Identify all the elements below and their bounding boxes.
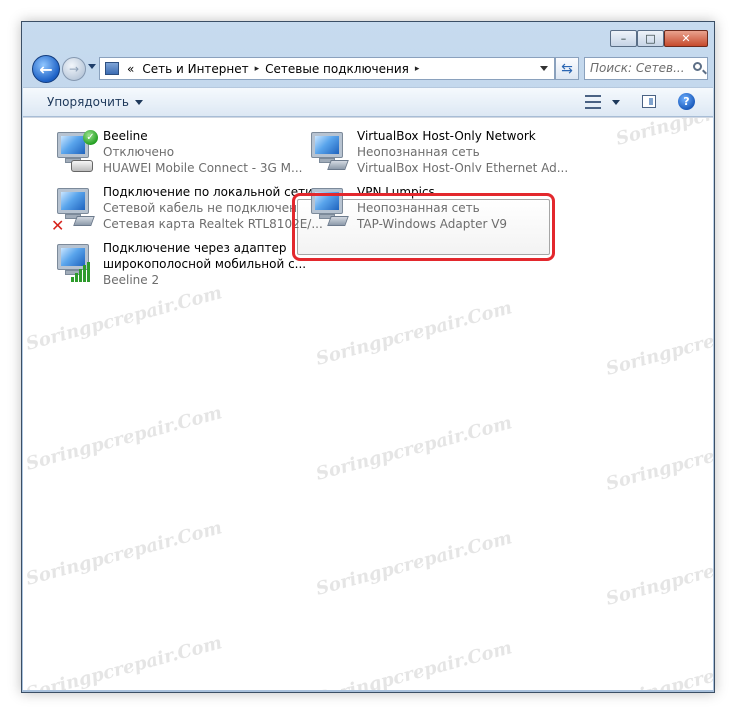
- minimize-button[interactable]: –: [610, 30, 637, 47]
- watermark: Soringpcrepair.Com: [313, 527, 515, 600]
- address-history-dropdown[interactable]: [540, 66, 548, 71]
- watermark: Soringpcrepair.Com: [344, 118, 545, 120]
- watermark: Soringpcrepair.Com: [313, 412, 515, 485]
- breadcrumb-separator-icon[interactable]: ▸: [253, 64, 262, 74]
- recent-pages-dropdown[interactable]: [88, 64, 96, 69]
- maximize-button[interactable]: □: [637, 30, 664, 47]
- connection-name: Подключение по локальной сети: [103, 185, 313, 199]
- network-connection-icon: ✓: [51, 130, 99, 178]
- breadcrumb-network-internet[interactable]: Сеть и Интернет: [138, 62, 252, 76]
- watermark: Soringpcrepair.Com: [23, 517, 225, 590]
- connection-status: Неопознанная сеть: [357, 145, 480, 159]
- breadcrumb-network-connections[interactable]: Сетевые подключения: [261, 62, 413, 76]
- view-options-dropdown[interactable]: [612, 100, 620, 105]
- connection-status: Сетевой кабель не подключен: [103, 201, 297, 215]
- connection-status: Отключено: [103, 145, 175, 159]
- chevron-down-icon: [134, 100, 143, 105]
- watermark: Soringpcrepair.Com: [603, 537, 713, 610]
- help-button[interactable]: ?: [678, 93, 695, 110]
- search-placeholder: Поиск: Сетев...: [590, 61, 685, 75]
- refresh-button[interactable]: ⇆: [555, 57, 579, 80]
- watermark: Soringpcrepair.Com: [313, 637, 515, 690]
- network-connection-icon: ✕: [51, 186, 99, 234]
- breadcrumb-overflow[interactable]: «: [123, 62, 138, 76]
- connection-adapter: VirtualBox Host-Only Ethernet Ad...: [357, 161, 569, 172]
- network-connection-icon: [305, 130, 353, 178]
- change-view-icon[interactable]: [585, 95, 601, 109]
- back-button[interactable]: ←: [32, 55, 60, 83]
- connection-item-virtualbox[interactable]: VirtualBox Host-Only Network Неопознанна…: [301, 128, 571, 180]
- connection-adapter: Сетевая карта Realtek RTL8102E/...: [103, 217, 323, 231]
- connection-name: Beeline: [103, 129, 148, 143]
- title-bar: – □ ✕: [22, 22, 714, 54]
- connection-item-beeline[interactable]: ✓ Beeline Отключено HUAWEI Mobile Connec…: [47, 128, 302, 180]
- connection-adapter: Beeline 2: [103, 273, 160, 287]
- close-button[interactable]: ✕: [664, 30, 708, 47]
- organize-label: Упорядочить: [47, 95, 129, 109]
- connection-item-mobile-broadband[interactable]: Подключение через адаптер широкополосной…: [47, 240, 306, 292]
- address-bar[interactable]: « Сеть и Интернет ▸ Сетевые подключения …: [99, 57, 555, 80]
- breadcrumb-separator-icon[interactable]: ▸: [413, 64, 422, 74]
- watermark: Soringpcrepair.Com: [603, 307, 713, 380]
- watermark: Soringpcrepair.Com: [603, 642, 713, 690]
- refresh-icon: ⇆: [561, 60, 573, 77]
- organize-button[interactable]: Упорядочить: [47, 95, 143, 109]
- connected-check-icon: ✓: [83, 130, 98, 145]
- search-input[interactable]: Поиск: Сетев...: [584, 57, 708, 80]
- network-connection-icon: [51, 242, 99, 290]
- back-arrow-icon: ←: [39, 59, 53, 79]
- search-icon[interactable]: [693, 62, 702, 71]
- connection-item-local-area[interactable]: ✕ Подключение по локальной сети Сетевой …: [47, 184, 323, 236]
- watermark: Soringpcrepair.Com: [23, 632, 225, 690]
- preview-pane-icon[interactable]: [642, 95, 656, 108]
- disconnected-x-icon: ✕: [51, 216, 65, 235]
- connection-adapter: HUAWEI Mobile Connect - 3G M...: [103, 161, 303, 175]
- connections-list: Soringpcrepair.Com Soringpcrepair.Com So…: [23, 117, 713, 690]
- control-panel-icon: [105, 62, 119, 75]
- watermark: Soringpcrepair.Com: [313, 297, 515, 370]
- connection-name: Подключение через адаптер: [103, 241, 287, 255]
- watermark: Soringpcrepair.Com: [603, 422, 713, 495]
- watermark: Soringpcrepair.Com: [23, 282, 225, 355]
- watermark: Soringpcrepair.Com: [23, 402, 225, 475]
- explorer-window: – □ ✕ ← → « Сеть и Интернет ▸ Сетевые по…: [21, 21, 715, 693]
- watermark: Soringpcrepair.Com: [614, 118, 713, 150]
- forward-button[interactable]: →: [62, 57, 86, 81]
- annotation-highlight: [292, 193, 555, 261]
- connection-name-continued: широкополосной мобильной с...: [103, 257, 307, 271]
- signal-strength-icon: [71, 262, 93, 282]
- command-bar: Упорядочить ?: [23, 87, 713, 117]
- connection-name: VirtualBox Host-Only Network: [357, 129, 536, 143]
- window-controls: – □ ✕: [610, 30, 708, 47]
- forward-arrow-icon: →: [68, 62, 80, 76]
- address-row: ← → « Сеть и Интернет ▸ Сетевые подключе…: [22, 52, 714, 86]
